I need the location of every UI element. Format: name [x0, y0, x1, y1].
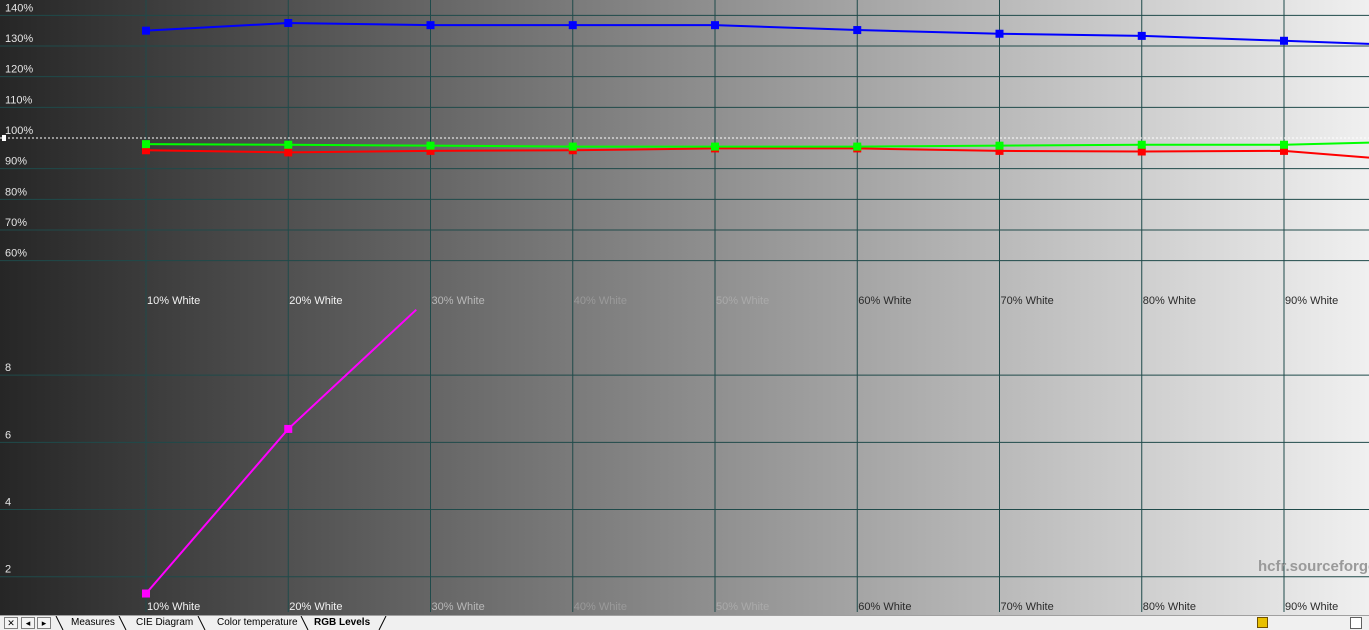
series-point — [284, 19, 293, 27]
delta-e-point — [142, 589, 150, 598]
chart-background — [0, 0, 1369, 615]
x-category-label: 80% White — [1143, 601, 1196, 613]
x-category-label: 90% White — [1285, 295, 1338, 307]
x-category-label: 60% White — [858, 601, 911, 613]
y-tick-label: 2 — [5, 564, 11, 576]
x-category-label: 50% White — [716, 295, 769, 307]
series-point — [426, 141, 435, 150]
tab-rgb-levels[interactable]: RGB Levels — [314, 616, 370, 630]
scroll-tabs-right-button[interactable]: ▸ — [37, 617, 51, 629]
y-tick-label: 100% — [5, 125, 33, 137]
tab-separator — [378, 616, 387, 630]
x-category-label: 10% White — [147, 601, 200, 613]
series-point — [142, 26, 150, 35]
y-tick-label: 6 — [5, 429, 11, 441]
series-point — [995, 29, 1004, 38]
y-tick-label: 8 — [5, 362, 11, 374]
close-tab-button[interactable]: ✕ — [4, 617, 18, 629]
series-point — [995, 141, 1004, 150]
tab-separator — [197, 616, 206, 630]
series-point — [1280, 140, 1288, 149]
rgb-levels-chart: 60% 70% 80% 90% 100% 110% 120% 130% 140% 2 4 6 8 10% … — [0, 0, 1369, 615]
window-resize-box[interactable] — [1350, 617, 1362, 629]
x-category-label: 50% White — [716, 601, 769, 613]
series-point — [568, 142, 577, 151]
y-tick-label: 90% — [5, 156, 27, 168]
x-category-label: 10% White — [147, 295, 200, 307]
tab-separator — [118, 616, 127, 630]
tab-color-temperature[interactable]: Color temperature — [217, 616, 298, 630]
y-tick-label: 130% — [5, 33, 33, 45]
series-point — [711, 142, 719, 151]
tab-cie-diagram[interactable]: CIE Diagram — [136, 616, 193, 630]
tab-bar: ✕ ◂ ▸ Measures CIE Diagram Color tempera… — [0, 615, 1369, 630]
y-tick-label: 4 — [5, 497, 11, 509]
series-point — [1280, 36, 1288, 45]
y-tick-label: 80% — [5, 186, 27, 198]
series-point — [1137, 140, 1146, 149]
series-point — [426, 21, 435, 30]
tab-measures[interactable]: Measures — [71, 616, 115, 630]
x-category-label: 60% White — [858, 295, 911, 307]
watermark: hcfr.sourceforge — [1258, 558, 1369, 575]
tab-separator — [300, 616, 309, 630]
status-icon — [1257, 617, 1268, 628]
series-point — [711, 21, 719, 30]
series-point — [853, 26, 862, 35]
x-category-label: 20% White — [289, 601, 342, 613]
series-point — [568, 21, 577, 30]
x-category-label: 70% White — [1001, 601, 1054, 613]
series-point — [1137, 31, 1146, 40]
x-category-label: 30% White — [432, 601, 485, 613]
series-point — [284, 140, 293, 149]
series-point — [284, 148, 293, 157]
x-category-label: 30% White — [432, 295, 485, 307]
x-category-label: 90% White — [1285, 601, 1338, 613]
series-point — [853, 142, 862, 151]
delta-e-point — [284, 424, 293, 433]
tab-separator — [55, 616, 64, 630]
x-category-label: 40% White — [574, 601, 627, 613]
y-tick-label: 140% — [5, 2, 33, 14]
y-tick-label: 70% — [5, 217, 27, 229]
x-category-label: 20% White — [289, 295, 342, 307]
y-tick-label: 110% — [5, 94, 33, 106]
series-point — [142, 140, 150, 149]
x-category-label: 80% White — [1143, 295, 1196, 307]
x-category-label: 70% White — [1001, 295, 1054, 307]
x-category-label: 40% White — [574, 295, 627, 307]
y-tick-label: 60% — [5, 248, 27, 260]
y-tick-label: 120% — [5, 64, 33, 76]
scroll-tabs-left-button[interactable]: ◂ — [21, 617, 35, 629]
